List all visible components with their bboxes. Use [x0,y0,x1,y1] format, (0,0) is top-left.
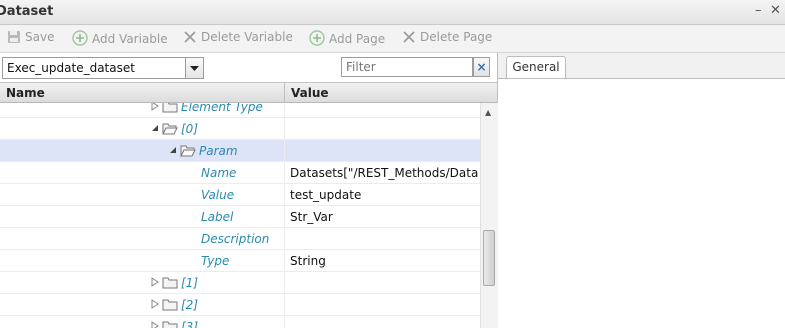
filter-input[interactable] [341,57,473,77]
delete-variable-button[interactable]: Delete Variable [183,30,293,44]
delete-page-button[interactable]: Delete Page [402,30,492,44]
folder-open-icon [162,123,178,135]
variables-pane: Exec_update_dataset × Name Value Element… [0,53,498,328]
expand-arrow-icon[interactable] [150,299,160,309]
tab-strip: General [498,53,785,79]
tree-row[interactable]: Value test_update [0,184,480,206]
chevron-down-icon[interactable] [185,58,203,78]
scrollbar-thumb[interactable] [483,230,495,286]
column-header-value[interactable]: Value [291,86,329,100]
add-page-label: Add Page [329,32,386,46]
grid-header: Name Value [0,82,497,103]
add-variable-button[interactable]: Add Variable [72,30,168,46]
tree-row-name: Name [201,166,237,180]
tree-row-name: Param [199,144,238,158]
tree-row-name: Description [201,232,270,246]
delete-page-label: Delete Page [420,30,493,44]
tree-row[interactable]: Name Datasets["/REST_Methods/Datas [0,162,480,184]
folder-icon [162,299,178,311]
save-button[interactable]: Save [7,30,54,44]
window-titlebar: Dataset – ✕ [0,0,785,25]
tree-row-name: [1] [181,276,198,290]
collapse-arrow-icon[interactable] [168,145,178,155]
clear-filter-icon[interactable]: × [473,57,490,77]
expand-arrow-icon[interactable] [150,321,160,328]
dataset-select-value: Exec_update_dataset [7,61,135,75]
tree-row-value[interactable]: test_update [290,188,478,202]
tree-row-name: Label [201,210,234,224]
folder-icon [162,321,178,328]
column-divider[interactable] [284,83,285,103]
properties-pane: General [498,53,785,328]
tree-row-name: [2] [181,298,198,312]
tree-row-name: [0] [181,122,198,136]
add-icon [309,30,325,46]
tree-row[interactable]: Type String [0,250,480,272]
close-icon[interactable]: ✕ [770,3,781,18]
window-title: Dataset [0,4,54,19]
tree-grid: Element Type [0] Param Name Datasets["/R… [0,103,480,328]
tree-row[interactable]: [3] [0,316,480,328]
add-page-button[interactable]: Add Page [309,30,385,46]
tree-row-selected[interactable]: Param [0,140,480,162]
add-variable-label: Add Variable [92,32,168,46]
column-header-name[interactable]: Name [6,86,45,100]
tree-row-name: Element Type [181,103,263,114]
tree-row[interactable]: [1] [0,272,480,294]
tree-row[interactable]: [2] [0,294,480,316]
tree-row[interactable]: Description [0,228,480,250]
collapse-arrow-icon[interactable] [150,123,160,133]
delete-variable-label: Delete Variable [201,30,293,44]
tree-row[interactable]: Label Str_Var [0,206,480,228]
folder-icon [162,277,178,289]
tree-row-value[interactable]: String [290,254,478,268]
add-icon [72,30,88,46]
minimize-icon[interactable]: – [755,3,762,18]
tree-row[interactable]: Element Type [0,103,480,118]
folder-icon [162,103,178,113]
scroll-up-icon[interactable]: ▲ [485,108,491,117]
tree-row[interactable]: [0] [0,118,480,140]
dataset-select[interactable]: Exec_update_dataset [2,57,204,79]
tree-row-name: Type [201,254,230,268]
delete-icon [403,31,415,43]
vertical-scrollbar[interactable]: ▲ [480,103,498,328]
tree-row-name: Value [201,188,235,202]
expand-arrow-icon[interactable] [150,277,160,287]
delete-icon [184,31,196,43]
tree-row-value[interactable]: Datasets["/REST_Methods/Datas [290,166,478,180]
tree-row-name: [3] [181,320,198,328]
tab-general[interactable]: General [506,56,566,78]
toolbar: Save Add Variable Delete Variable Add Pa… [0,25,785,53]
save-icon [8,31,20,43]
expand-arrow-icon[interactable] [150,103,160,111]
save-label: Save [25,30,55,44]
tree-row-value[interactable]: Str_Var [290,210,478,224]
folder-open-icon [180,145,196,157]
